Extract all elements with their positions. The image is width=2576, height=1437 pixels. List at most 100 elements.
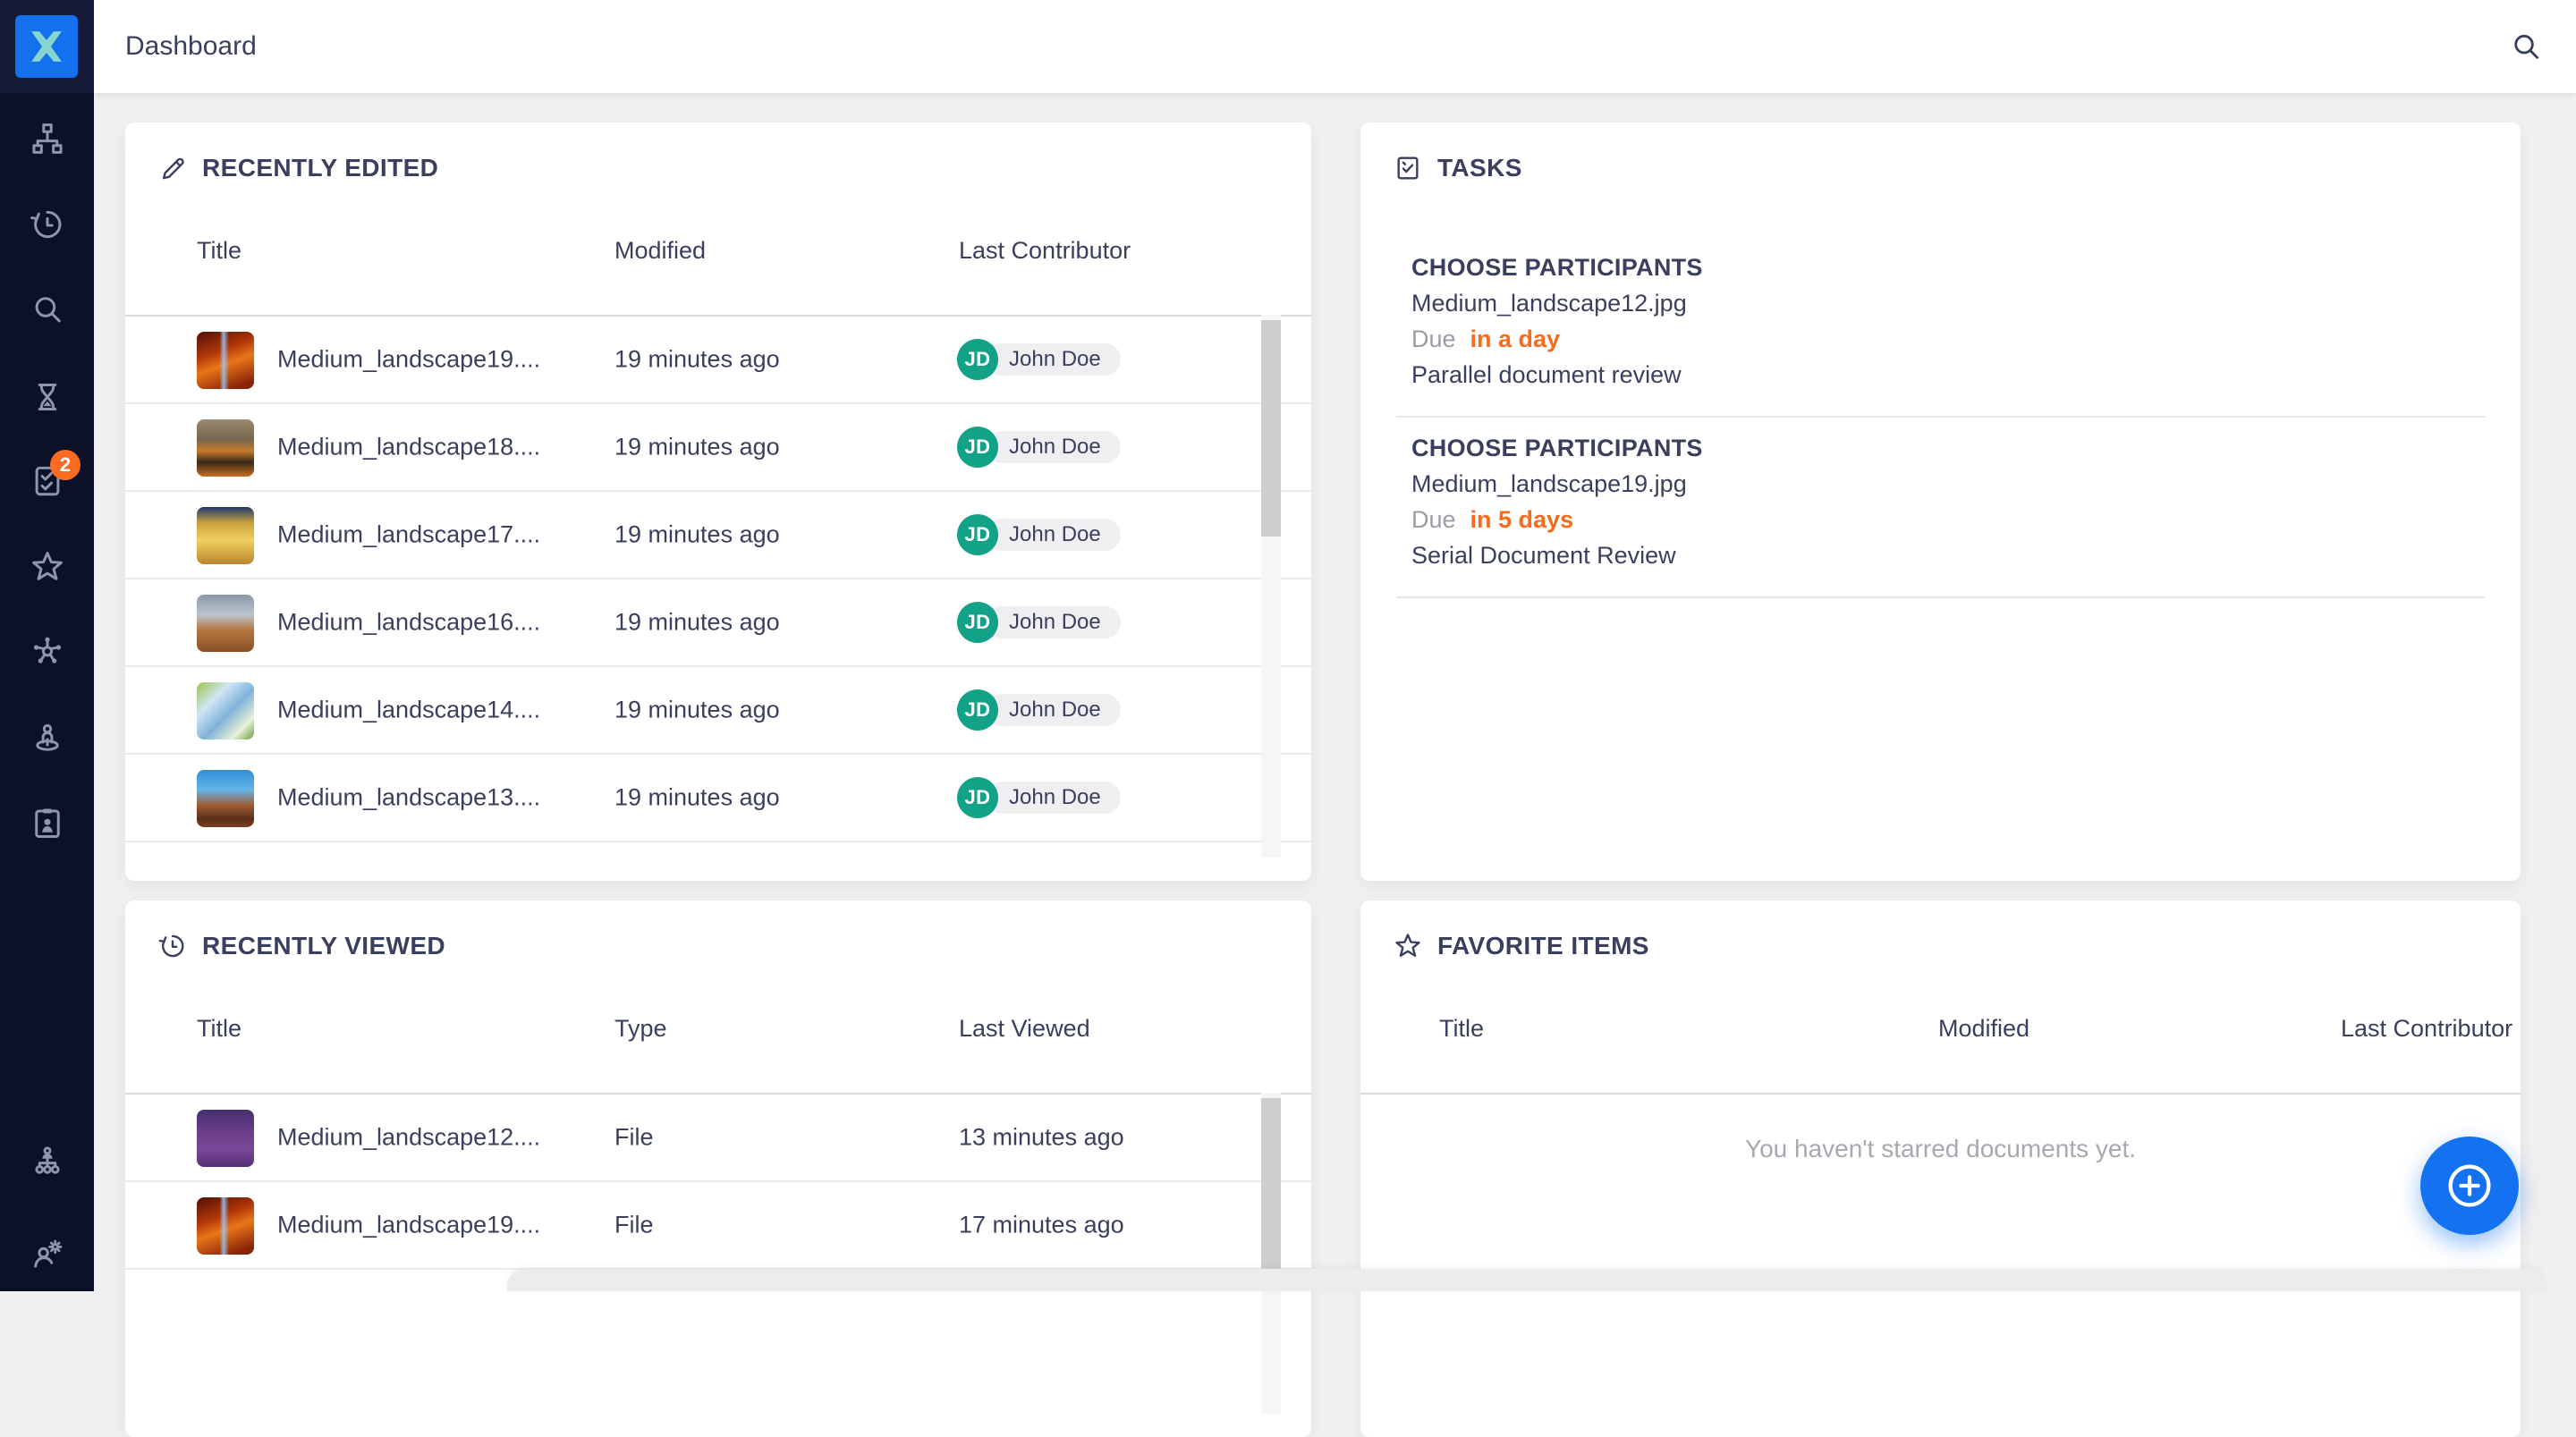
row-title: Medium_landscape19.... (277, 1212, 540, 1239)
column-last-viewed: Last Viewed (959, 1015, 1090, 1043)
history-icon (157, 931, 188, 961)
tasks-card: TASKS CHOOSE PARTICIPANTSMedium_landscap… (1360, 123, 2521, 881)
row-modified: 19 minutes ago (614, 434, 780, 461)
contributor-name: John Doe (986, 782, 1121, 814)
sidebar-item-user[interactable] (29, 718, 66, 756)
column-last-contributor: Last Contributor (959, 237, 1131, 265)
sidebar-item-tree[interactable] (29, 120, 66, 157)
scrollbar-thumb[interactable] (1261, 1098, 1281, 1273)
recently-viewed-rows: Medium_landscape12....File13 minutes ago… (125, 1093, 1311, 1270)
document-thumbnail (197, 682, 254, 740)
favorite-items-card: FAVORITE ITEMS Title Modified Last Contr… (1360, 900, 2521, 1437)
avatar: JD (957, 689, 998, 731)
row-type: File (614, 1212, 654, 1239)
column-title: Title (1439, 1015, 1484, 1043)
sidebar-item-user-settings[interactable] (29, 1234, 66, 1272)
tree-icon (29, 120, 66, 157)
sidebar: 2 (0, 0, 94, 1291)
row-title: Medium_landscape16.... (277, 609, 540, 637)
table-row[interactable]: Medium_landscape19.... File 17 minutes ago (125, 1182, 1311, 1270)
sidebar-item-search[interactable] (29, 291, 66, 328)
sidebar-item-hourglass[interactable] (29, 378, 66, 416)
card-title: RECENTLY EDITED (202, 154, 438, 182)
table-row[interactable]: Medium_landscape13....19 minutes agoJDJo… (125, 755, 1311, 842)
network-hub-icon (29, 632, 66, 670)
avatar: JD (957, 339, 998, 380)
scrollbar-thumb[interactable] (1261, 320, 1281, 537)
due-value: in 5 days (1470, 506, 1574, 533)
table-row[interactable]: Medium_landscape14....19 minutes agoJDJo… (125, 667, 1311, 755)
avatar: JD (957, 602, 998, 643)
row-title: Medium_landscape12.... (277, 1124, 540, 1152)
task-heading: CHOOSE PARTICIPANTS (1411, 249, 2485, 285)
due-label: Due (1411, 506, 1456, 533)
column-modified: Modified (614, 237, 706, 265)
recently-edited-scrollbar[interactable] (1261, 315, 1281, 858)
document-thumbnail (197, 507, 254, 564)
row-modified: 19 minutes ago (614, 346, 780, 374)
tasks-count-badge: 2 (50, 450, 80, 480)
task-item[interactable]: CHOOSE PARTICIPANTSMedium_landscape12.jp… (1396, 237, 2485, 418)
org-chart-icon (29, 1145, 66, 1182)
row-modified: 19 minutes ago (614, 521, 780, 549)
task-due: Due in 5 days (1411, 502, 2485, 537)
row-title: Medium_landscape19.... (277, 346, 540, 374)
row-title: Medium_landscape17.... (277, 521, 540, 549)
document-thumbnail (197, 595, 254, 652)
search-icon (29, 291, 66, 328)
table-row[interactable]: Medium_landscape12....File13 minutes ago (125, 1095, 1311, 1182)
user-gear-icon (29, 1234, 66, 1272)
contributor-chip: JDJohn Doe (957, 777, 1121, 818)
avatar: JD (957, 777, 998, 818)
task-description: Serial Document Review (1411, 537, 2485, 573)
row-modified: 19 minutes ago (614, 609, 780, 637)
sidebar-item-tasks[interactable]: 2 (29, 462, 66, 500)
recently-edited-card: RECENTLY EDITED Title Modified Last Cont… (125, 123, 1311, 881)
circle-plus-icon (2441, 1157, 2498, 1214)
card-title: FAVORITE ITEMS (1437, 932, 1649, 960)
app-logo[interactable] (15, 15, 78, 78)
sidebar-item-history[interactable] (29, 206, 66, 243)
bottom-sheet-edge (507, 1269, 2546, 1291)
sidebar-item-org-chart[interactable] (29, 1145, 66, 1182)
id-card-icon (29, 805, 66, 842)
contributor-name: John Doe (986, 431, 1121, 463)
document-thumbnail (197, 1110, 254, 1167)
column-modified: Modified (1938, 1015, 2029, 1043)
table-row[interactable]: Medium_landscape16.... 19 minutes ago JDJo… (125, 579, 1311, 667)
recently-viewed-scrollbar[interactable] (1261, 1093, 1281, 1414)
sidebar-item-id-card[interactable] (29, 805, 66, 842)
row-type: File (614, 1124, 654, 1152)
table-row[interactable]: Medium_landscape19....19 minutes agoJDJo… (125, 317, 1311, 404)
document-thumbnail (197, 419, 254, 477)
recently-edited-rows: Medium_landscape19....19 minutes agoJDJo… (125, 315, 1311, 842)
task-file: Medium_landscape19.jpg (1411, 466, 2485, 502)
column-last-contributor: Last Contributor (2341, 1015, 2512, 1043)
avatar: JD (957, 514, 998, 555)
add-button[interactable] (2420, 1137, 2519, 1235)
task-due: Due in a day (1411, 321, 2485, 357)
ballot-check-icon (1393, 153, 1423, 183)
row-last-viewed: 17 minutes ago (959, 1212, 1124, 1239)
row-title: Medium_landscape14.... (277, 697, 540, 724)
due-value: in a day (1470, 325, 1561, 352)
table-row[interactable]: Medium_landscape17.... 19 minutes ago JDJo… (125, 492, 1311, 579)
search-icon (2508, 29, 2544, 64)
due-label: Due (1411, 325, 1456, 352)
sidebar-item-favorites[interactable] (29, 548, 66, 586)
document-thumbnail (197, 332, 254, 389)
task-file: Medium_landscape12.jpg (1411, 285, 2485, 321)
favorites-header-divider (1360, 1093, 2521, 1095)
top-bar: Dashboard (94, 0, 2576, 93)
row-title: Medium_landscape13.... (277, 784, 540, 812)
recently-viewed-card: RECENTLY VIEWED Title Type Last Viewed M… (125, 900, 1311, 1437)
contributor-chip: JDJohn Doe (957, 514, 1121, 555)
table-row[interactable]: Medium_landscape18....19 minutes agoJDJo… (125, 404, 1311, 492)
sidebar-item-network[interactable] (29, 632, 66, 670)
task-item[interactable]: CHOOSE PARTICIPANTSMedium_landscape19.jp… (1396, 418, 2485, 598)
history-icon (29, 206, 66, 243)
global-search-button[interactable] (2508, 29, 2544, 64)
document-thumbnail (197, 770, 254, 827)
favorites-empty-message: You haven't starred documents yet. (1360, 1135, 2521, 1163)
contributor-name: John Doe (986, 606, 1121, 638)
